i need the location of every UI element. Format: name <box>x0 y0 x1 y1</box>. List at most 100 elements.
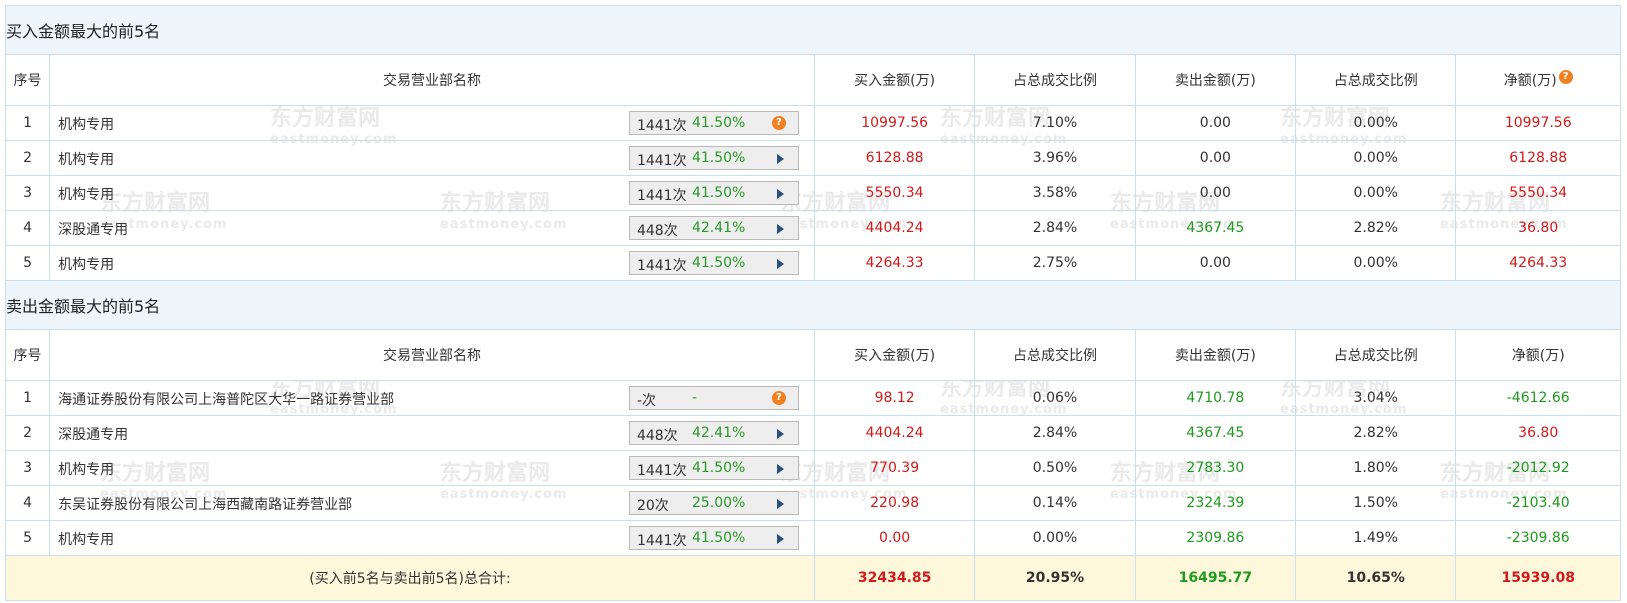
help-icon[interactable]: ? <box>771 391 786 405</box>
broker-name[interactable]: 深股通专用 <box>58 424 128 444</box>
broker-name[interactable]: 机构专用 <box>58 254 114 274</box>
row-index: 1 <box>4 105 51 141</box>
sell-top5-title-row: 卖出金额最大的前5名 <box>5 280 1621 330</box>
buy-amount: 4404.24 <box>813 415 976 451</box>
sell-ratio: 1.80% <box>1295 450 1457 486</box>
buy-ratio: 7.10% <box>974 105 1136 141</box>
broker-name[interactable]: 机构专用 <box>58 114 114 134</box>
buy-amount: 0.00 <box>813 520 976 556</box>
broker-name[interactable]: 机构专用 <box>58 529 114 549</box>
sell-amount: 0.00 <box>1134 175 1297 211</box>
broker-stat-box[interactable]: 1441次 41.50%? <box>628 111 799 135</box>
broker-stat-box[interactable]: 448次 42.41% <box>628 216 799 240</box>
play-arrow-icon[interactable] <box>776 189 784 199</box>
row-index: 4 <box>4 210 51 246</box>
table-row: 1 机构专用 1441次 41.50%? 10997.56 7.10% 0.00 0.00% 1… <box>4 105 1621 141</box>
broker-stat-rate: 41.50% <box>691 150 746 166</box>
sell-ratio: 0.00% <box>1295 245 1457 281</box>
broker-stat-box[interactable]: 1441次 41.50% <box>628 526 799 550</box>
table-row: 5 机构专用 1441次 41.50% 4264.33 2.75% 0.00 0.00% 426… <box>4 245 1621 281</box>
buy-ratio: 2.84% <box>974 210 1136 246</box>
col-broker-header-label: 交易营业部名称 <box>383 348 482 364</box>
col-net-header: 净额(万) <box>1455 329 1621 381</box>
broker-stat-rate: 41.50% <box>691 185 746 201</box>
col-sell-pct-header-label: 占总成交比例 <box>1333 73 1418 89</box>
play-arrow-icon[interactable] <box>776 259 784 269</box>
buy-amount: 770.39 <box>813 450 976 486</box>
buy-amount: 4264.33 <box>813 245 976 281</box>
broker-stat-count: -次 <box>636 393 656 409</box>
col-net-header: 净额(万)? <box>1455 54 1621 106</box>
broker-stat-count: 448次 <box>636 428 678 444</box>
broker-stat-rate: 41.50% <box>691 115 746 131</box>
play-arrow-icon[interactable] <box>776 429 784 439</box>
buy-ratio: 2.84% <box>974 415 1136 451</box>
lhb-table: 买入金额最大的前5名 序号 交易营业部名称 买入金额(万) 占总成交比例 卖出金额(万) 占… <box>4 5 1621 601</box>
help-icon[interactable]: ? <box>771 116 786 130</box>
row-index: 3 <box>4 175 51 211</box>
net-amount: 4264.33 <box>1455 245 1621 281</box>
buy-ratio: 0.14% <box>974 485 1136 521</box>
broker-stat-box[interactable]: 20次 25.00% <box>628 491 799 515</box>
total-buy-ratio: 20.95% <box>974 555 1136 601</box>
sell-ratio: 1.49% <box>1295 520 1457 556</box>
buy-amount: 6128.88 <box>813 140 976 176</box>
broker-stat-rate: 42.41% <box>691 220 746 236</box>
broker-stat-count: 1441次 <box>636 153 687 169</box>
net-amount: -2012.92 <box>1455 450 1621 486</box>
table-row: 1 海通证券股份有限公司上海普陀区大华一路证券营业部 -次 -? 98.12 0.06% 4… <box>4 380 1621 416</box>
table-row: 2 机构专用 1441次 41.50% 6128.88 3.96% 0.00 0.00% 612… <box>4 140 1621 176</box>
sell-amount: 4710.78 <box>1134 380 1297 416</box>
broker-name[interactable]: 东吴证券股份有限公司上海西藏南路证券营业部 <box>58 494 352 514</box>
net-amount: 6128.88 <box>1455 140 1621 176</box>
sell-ratio: 0.00% <box>1295 140 1457 176</box>
broker-stat-box[interactable]: 1441次 41.50% <box>628 181 799 205</box>
net-amount: 5550.34 <box>1455 175 1621 211</box>
broker-stat-box[interactable]: 1441次 41.50% <box>628 146 799 170</box>
broker-stat-count: 1441次 <box>636 533 687 549</box>
lhb-detail-panel: 东方财富网 eastmoney.com 东方财富网 eastmoney.com 东方财富… <box>0 0 1627 603</box>
col-buy-pct-header-label: 占总成交比例 <box>1013 73 1097 89</box>
help-icon[interactable]: ? <box>1558 70 1573 84</box>
net-amount: 36.80 <box>1455 210 1621 246</box>
buy-amount: 4404.24 <box>813 210 976 246</box>
broker-name[interactable]: 海通证券股份有限公司上海普陀区大华一路证券营业部 <box>58 389 394 409</box>
broker-stat-box[interactable]: 1441次 41.50% <box>628 456 799 480</box>
buy-top5-header-row: 序号 交易营业部名称 买入金额(万) 占总成交比例 卖出金额(万) 占总成交比例 净额(万)… <box>4 54 1621 106</box>
buy-ratio: 0.06% <box>974 380 1136 416</box>
col-sell-pct-header-label: 占总成交比例 <box>1333 348 1418 364</box>
sell-ratio: 2.82% <box>1295 210 1457 246</box>
broker-cell: 机构专用 1441次 41.50% <box>49 450 815 486</box>
total-row: (买入前5名与卖出前5名)总合计: 32434.85 20.95% 16495.77 1… <box>5 555 1621 601</box>
broker-stat-rate: - <box>691 390 697 406</box>
col-sell-header-label: 卖出金额(万) <box>1174 348 1256 364</box>
broker-stat-box[interactable]: 1441次 41.50% <box>628 251 799 275</box>
play-arrow-icon[interactable] <box>776 154 784 164</box>
col-sell-header: 卖出金额(万) <box>1134 329 1297 381</box>
broker-cell: 机构专用 1441次 41.50%? <box>49 105 815 141</box>
broker-stat-box[interactable]: 448次 42.41% <box>628 421 799 445</box>
play-arrow-icon[interactable] <box>776 534 784 544</box>
col-buy-header: 买入金额(万) <box>813 54 976 106</box>
broker-name[interactable]: 深股通专用 <box>58 219 128 239</box>
col-net-header-label: 净额(万) <box>1511 348 1565 364</box>
play-arrow-icon[interactable] <box>776 224 784 234</box>
row-index: 2 <box>4 415 51 451</box>
broker-name[interactable]: 机构专用 <box>58 184 114 204</box>
play-arrow-icon[interactable] <box>776 499 784 509</box>
broker-stat-count: 20次 <box>636 498 669 514</box>
table-row: 3 机构专用 1441次 41.50% 5550.34 3.58% 0.00 0.00% 555… <box>4 175 1621 211</box>
sell-ratio: 1.50% <box>1295 485 1457 521</box>
broker-stat-box[interactable]: -次 -? <box>628 386 799 410</box>
row-index: 3 <box>4 450 51 486</box>
broker-stat-count: 1441次 <box>636 258 687 274</box>
broker-stat-count: 448次 <box>636 223 678 239</box>
col-sell-pct-header: 占总成交比例 <box>1295 329 1457 381</box>
broker-name[interactable]: 机构专用 <box>58 459 114 479</box>
play-arrow-icon[interactable] <box>776 464 784 474</box>
col-sell-pct-header: 占总成交比例 <box>1295 54 1457 106</box>
total-sell: 16495.77 <box>1134 555 1297 601</box>
table-row: 3 机构专用 1441次 41.50% 770.39 0.50% 2783.30 1.80% -… <box>4 450 1621 486</box>
broker-name[interactable]: 机构专用 <box>58 149 114 169</box>
table-row: 4 东吴证券股份有限公司上海西藏南路证券营业部 20次 25.00% 220.98 0.1… <box>4 485 1621 521</box>
